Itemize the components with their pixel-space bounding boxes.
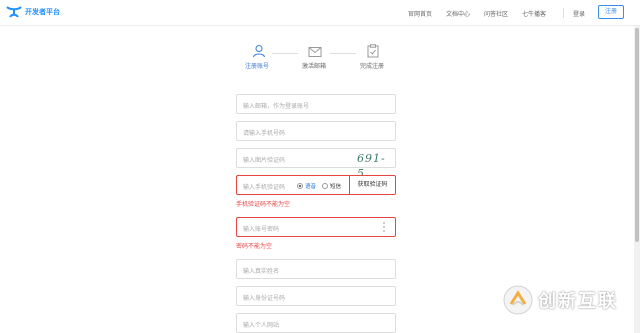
clipboard-check-icon: [367, 44, 379, 58]
radio-sms-label: 短信: [330, 184, 342, 190]
phone-field[interactable]: 请输入手机号码: [236, 121, 396, 141]
realname-field[interactable]: 输入真实姓名: [236, 259, 396, 279]
watermark: 创新互联: [502, 284, 618, 316]
registration-steps: 注册账号 激活邮箱 完成注册: [0, 44, 640, 74]
nav-qiniu-blog[interactable]: 七牛播客: [522, 9, 546, 18]
watermark-text: 创新互联: [538, 291, 618, 311]
radio-voice[interactable]: 语音: [297, 182, 316, 190]
captcha-image[interactable]: 691-5: [357, 151, 391, 180]
password-error: 密码不能为空: [236, 244, 273, 250]
step-3-label: 完成注册: [360, 64, 385, 70]
top-nav: 官网首页 文档中心 问答社区 七牛播客 登录: [0, 9, 640, 19]
nav-official-home[interactable]: 官网首页: [408, 9, 432, 18]
login-link[interactable]: 登录: [573, 9, 585, 18]
website-field[interactable]: 输入个人网站: [236, 313, 396, 333]
sms-code-field[interactable]: 输入手机验证码 语音 短信 获取验证码: [236, 175, 396, 195]
captcha-placeholder: 输入图片验证码: [243, 158, 286, 164]
top-header: 开发者平台 官网首页 文档中心 问答社区 七牛播客 登录 注册: [0, 0, 640, 26]
step-connector: [272, 53, 298, 54]
register-button[interactable]: 注册: [598, 5, 624, 19]
radio-voice-label: 语音: [305, 184, 317, 190]
step-2-label: 激活邮箱: [302, 64, 327, 70]
nav-docs-center[interactable]: 文档中心: [446, 9, 470, 18]
radio-sms-dot[interactable]: [322, 183, 328, 189]
idcard-placeholder: 输入身份证号码: [243, 296, 286, 302]
nav-qa-community[interactable]: 问答社区: [484, 9, 508, 18]
sms-code-error: 手机验证码不能为空: [236, 202, 291, 208]
user-icon: [253, 45, 265, 58]
more-vertical-icon[interactable]: [383, 222, 386, 233]
phone-placeholder: 请输入手机号码: [243, 131, 286, 137]
get-code-button[interactable]: 获取验证码: [349, 176, 395, 194]
realname-placeholder: 输入真实姓名: [243, 269, 280, 275]
password-placeholder: 输入账号密码: [243, 227, 280, 233]
mail-icon: [308, 47, 322, 57]
email-placeholder: 输入邮箱，作为登录账号: [243, 104, 310, 110]
watermark-logo-icon: [503, 285, 533, 315]
nav-divider: [563, 8, 564, 18]
password-field[interactable]: 输入账号密码: [236, 217, 396, 237]
email-field[interactable]: 输入邮箱，作为登录账号: [236, 94, 396, 114]
step-1-label: 注册账号: [245, 64, 270, 70]
image-captcha-field[interactable]: 输入图片验证码 691-5: [236, 148, 396, 180]
website-placeholder: 输入个人网站: [243, 323, 280, 329]
step-connector: [330, 53, 356, 54]
radio-sms[interactable]: 短信: [322, 182, 341, 190]
radio-voice-dot[interactable]: [297, 183, 303, 189]
sms-code-placeholder: 输入手机验证码: [243, 185, 286, 191]
idcard-field[interactable]: 输入身份证号码: [236, 286, 396, 306]
